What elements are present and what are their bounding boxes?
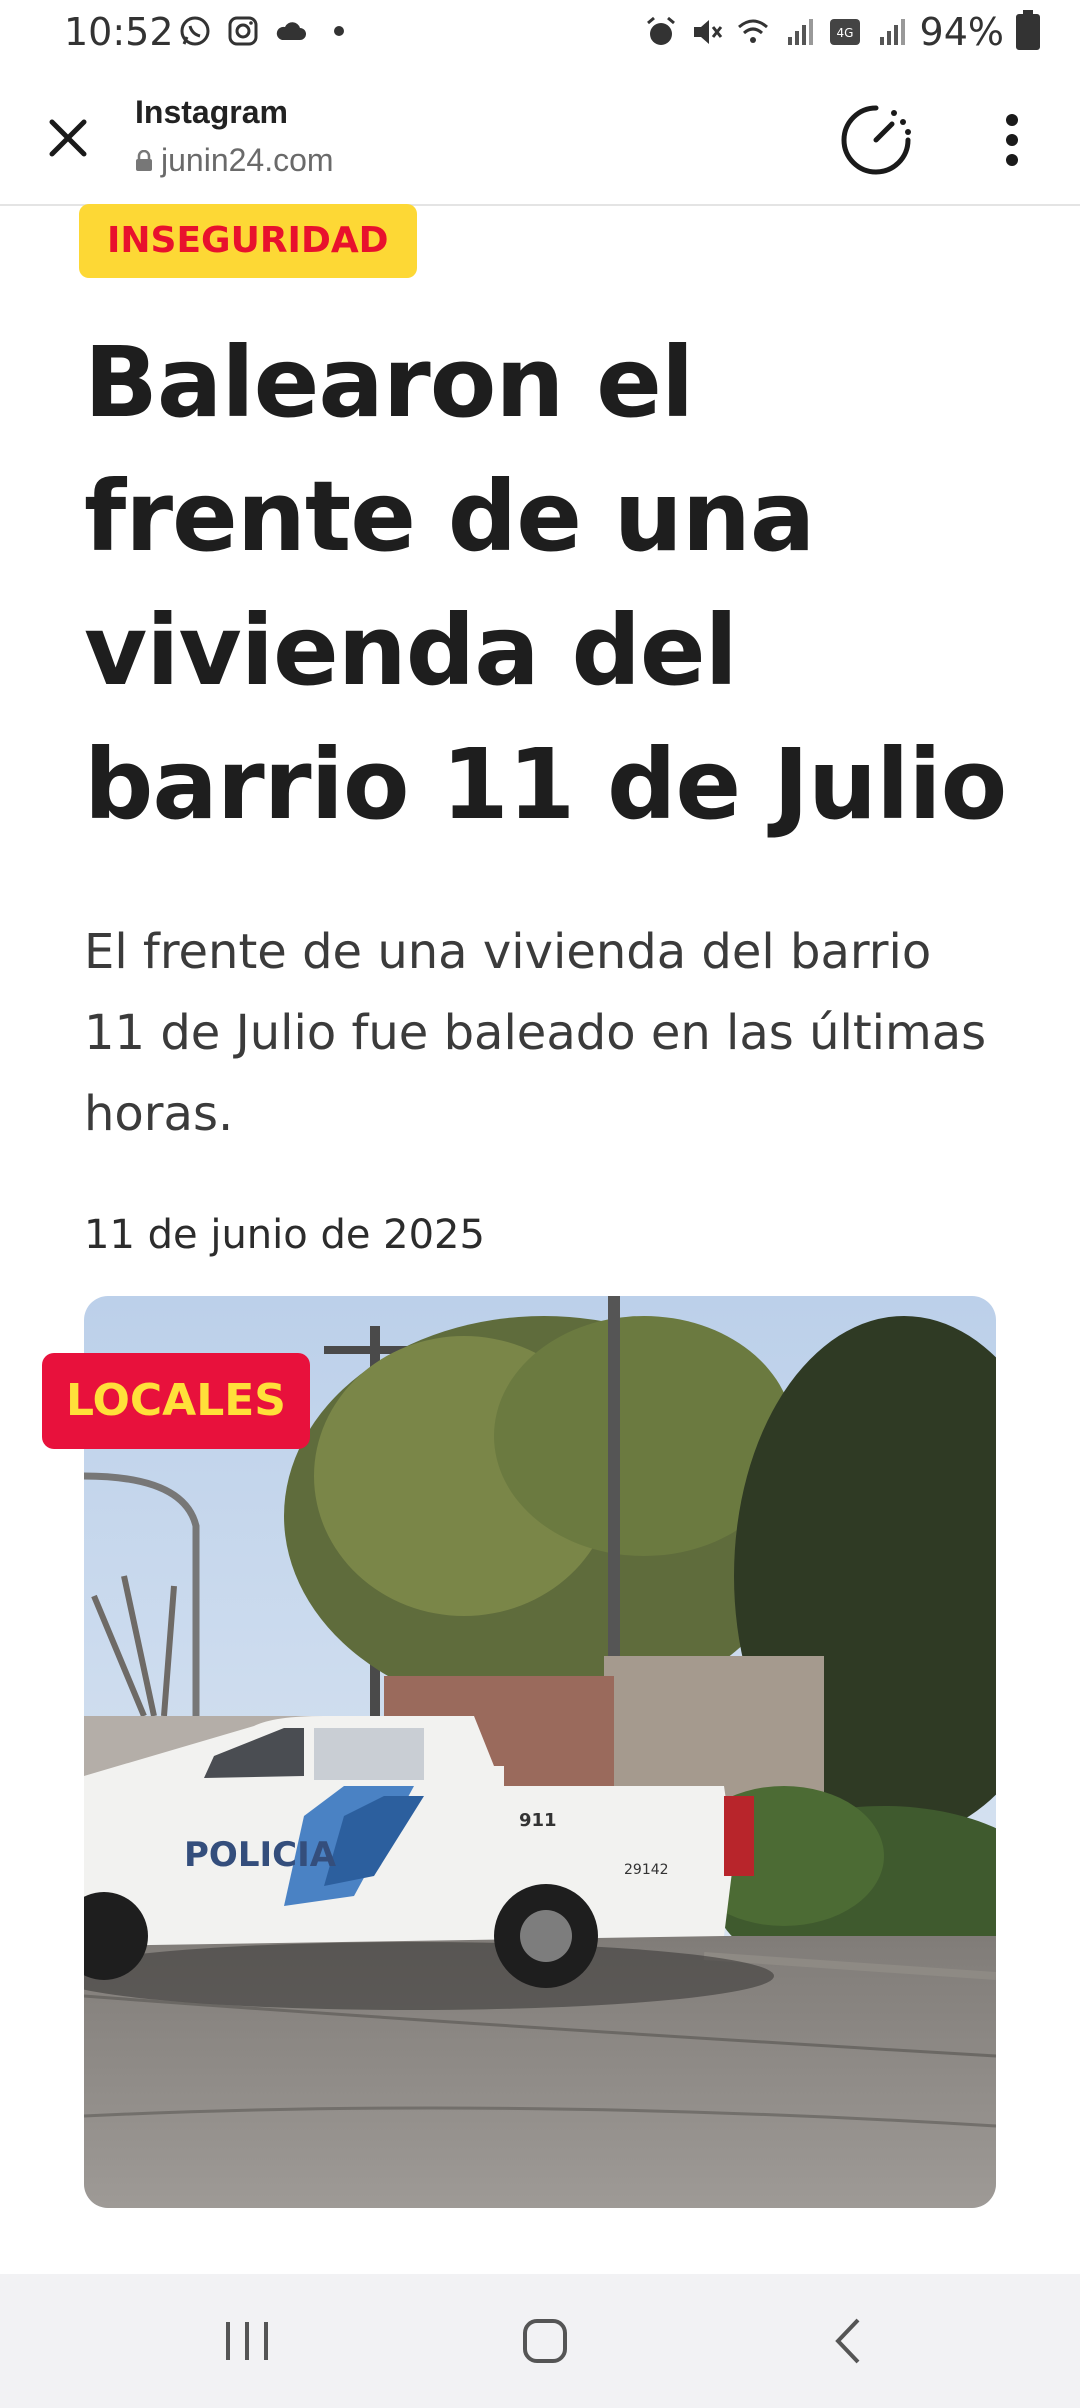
dot-icon: [334, 26, 344, 36]
mute-icon: [693, 20, 722, 44]
wifi-icon: [737, 19, 768, 43]
vehicle-number: 911: [519, 1810, 557, 1831]
battery-icon: [1016, 10, 1040, 50]
instagram-icon: [228, 16, 258, 46]
status-time: 10:52: [64, 10, 174, 54]
recents-icon[interactable]: [222, 2318, 272, 2364]
notification-icons: [178, 14, 356, 48]
vehicle-id: 29142: [624, 1862, 669, 1878]
alarm-icon: [646, 16, 675, 45]
article-summary: El frente de una vivienda del barrio 11 …: [84, 924, 987, 1142]
back-icon[interactable]: [828, 2316, 868, 2366]
status-bar: 10:52 4G 94%: [0, 0, 1080, 70]
close-icon[interactable]: [40, 110, 96, 166]
signal-icon: [879, 19, 905, 45]
locales-tag[interactable]: LOCALES: [42, 1353, 310, 1449]
battery-percentage: 94%: [919, 10, 1004, 54]
article-date: 11 de junio de 2025: [84, 1212, 485, 1258]
more-options-icon[interactable]: [990, 110, 1034, 170]
system-nav-bar: [0, 2274, 1080, 2408]
url-text: junin24.com: [161, 142, 334, 178]
cloud-icon: [276, 22, 306, 40]
article-headline: Balearon el frente de una vivienda del b…: [84, 326, 1007, 841]
toolbar-title: Instagram: [135, 94, 288, 130]
home-icon[interactable]: [520, 2316, 570, 2366]
system-icons: 4G 94%: [644, 10, 1040, 54]
whatsapp-icon: [180, 16, 210, 46]
toolbar-url[interactable]: junin24.com: [135, 142, 334, 179]
svg-text:4G: 4G: [836, 26, 853, 40]
volte-icon: 4G: [829, 19, 860, 45]
category-tag[interactable]: INSEGURIDAD: [79, 204, 417, 278]
speedometer-icon[interactable]: [836, 100, 916, 180]
vehicle-text: POLICIA: [184, 1835, 337, 1875]
lock-icon: [136, 149, 152, 171]
signal-icon: [787, 19, 813, 45]
custom-tab-toolbar: Instagram junin24.com: [0, 70, 1080, 206]
